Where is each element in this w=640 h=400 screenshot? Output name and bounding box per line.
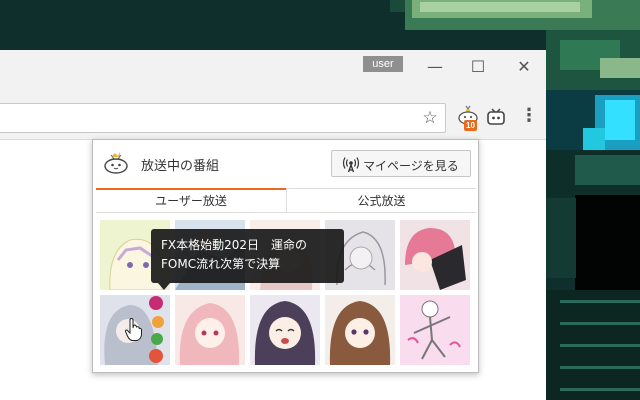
title-bar: user — ☐ ✕: [0, 50, 546, 86]
tab-user-broadcast[interactable]: ユーザー放送: [96, 188, 286, 213]
close-button[interactable]: ✕: [512, 58, 536, 76]
cursor-icon: [124, 318, 142, 341]
broadcast-tabs: ユーザー放送 公式放送: [96, 188, 476, 213]
broadcast-icon: [342, 157, 360, 173]
mypage-button-label: マイページを見る: [363, 159, 459, 173]
star-icon[interactable]: ☆: [419, 107, 441, 129]
niconico-logo-icon: [104, 152, 128, 174]
broadcast-title-tooltip: FX本格始動202日 運命のFOMC流れ次第で決算: [151, 229, 344, 283]
popup-header: 放送中の番組 マイページを見る: [93, 140, 478, 188]
niconico-tv-icon[interactable]: [486, 107, 506, 127]
tooltip-arrow: [158, 283, 170, 290]
live-count-badge: 10: [464, 120, 477, 131]
broadcast-thumbnail[interactable]: [400, 295, 470, 365]
popup-title: 放送中の番組: [141, 159, 220, 174]
maximize-button[interactable]: ☐: [466, 58, 490, 76]
broadcast-thumbnail[interactable]: [400, 220, 470, 290]
mypage-button[interactable]: マイページを見る: [331, 150, 471, 177]
broadcast-thumbnail[interactable]: [175, 295, 245, 365]
menu-icon[interactable]: ⋮: [520, 106, 538, 128]
broadcast-thumbnail[interactable]: [325, 295, 395, 365]
browser-toolbar: ☆ 10 ⋮: [0, 86, 546, 140]
minimize-button[interactable]: —: [423, 58, 447, 76]
address-bar[interactable]: ☆: [0, 103, 446, 133]
tab-official-broadcast[interactable]: 公式放送: [286, 188, 476, 213]
profile-badge[interactable]: user: [363, 56, 403, 72]
broadcast-thumbnail[interactable]: [250, 295, 320, 365]
